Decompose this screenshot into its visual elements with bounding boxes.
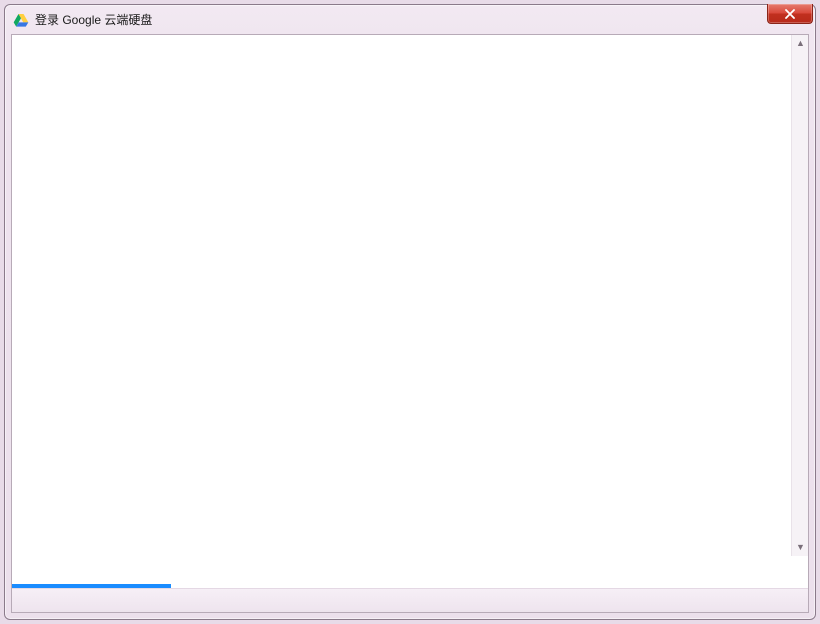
- titlebar[interactable]: 登录 Google 云端硬盘: [5, 5, 815, 34]
- app-window: 登录 Google 云端硬盘 ▲ ▼: [4, 4, 816, 620]
- scroll-down-arrow-icon[interactable]: ▼: [792, 539, 809, 556]
- loading-progress-bar: [12, 584, 808, 588]
- scroll-up-arrow-icon[interactable]: ▲: [792, 35, 809, 52]
- client-area: ▲ ▼: [11, 34, 809, 613]
- loading-progress-fill: [12, 584, 171, 588]
- google-drive-icon: [13, 12, 29, 28]
- vertical-scrollbar[interactable]: ▲ ▼: [791, 35, 808, 556]
- close-icon: [784, 9, 796, 19]
- status-bar: [12, 588, 808, 612]
- window-title: 登录 Google 云端硬盘: [35, 11, 152, 28]
- close-button[interactable]: [767, 4, 813, 24]
- content-pane: ▲ ▼: [12, 35, 808, 584]
